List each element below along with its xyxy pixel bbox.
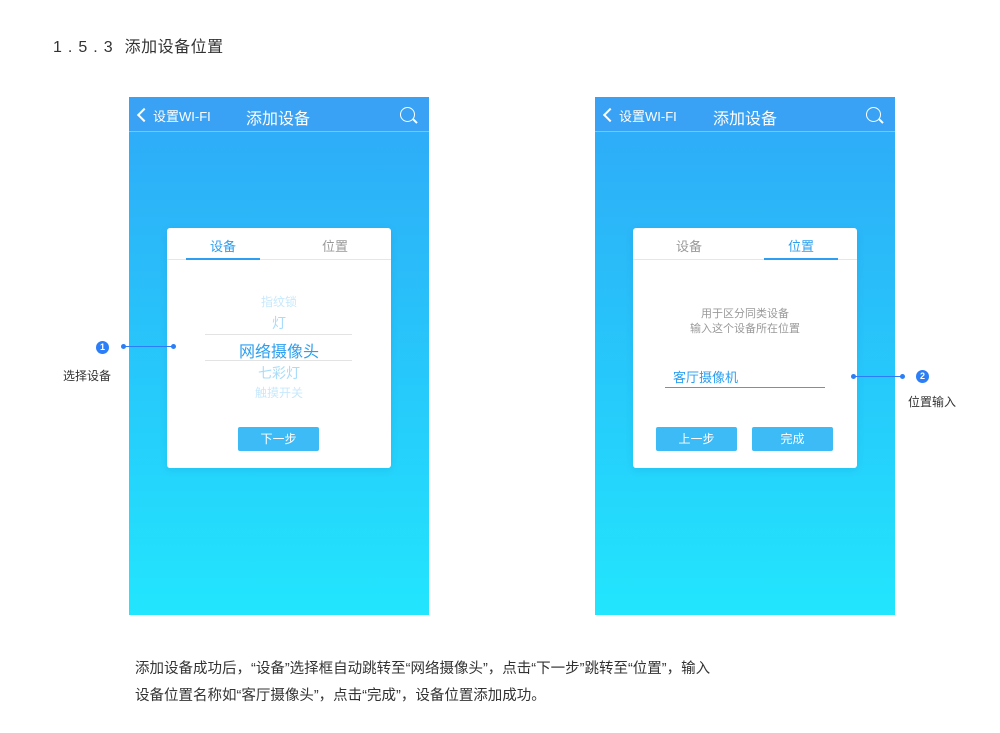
callout-line-1 [124, 346, 174, 347]
navbar: 设置WI-FI 添加设备 [129, 97, 429, 132]
callout-number-2: 2 [916, 370, 929, 383]
description: 添加设备成功后，“设备”选择框自动跳转至“网络摄像头”，点击“下一步”跳转至“位… [135, 656, 915, 710]
callout-number-1: 1 [96, 341, 109, 354]
done-button[interactable]: 完成 [752, 427, 833, 451]
hint-line: 输入这个设备所在位置 [690, 323, 800, 335]
phone-screen-location: 设置WI-FI 添加设备 设备 位置 用于区分同类设备 输入这个设备所在位置 上… [595, 97, 895, 615]
location-input[interactable] [665, 366, 825, 388]
callout-dot-1 [121, 344, 126, 349]
search-icon[interactable] [866, 107, 881, 122]
tab-bar: 设备 位置 [167, 228, 391, 260]
picker-item[interactable]: 灯 [167, 313, 391, 333]
add-device-card: 设备 位置 指纹锁 灯 网络摄像头 七彩灯 触摸开关 下一步 [167, 228, 391, 468]
callout-dot-1-end [171, 344, 176, 349]
callout-dot-2 [851, 374, 856, 379]
navbar: 设置WI-FI 添加设备 [595, 97, 895, 132]
picker-item-selected[interactable]: 网络摄像头 [167, 338, 391, 362]
callout-label-1: 选择设备 [63, 369, 112, 383]
description-line: 添加设备成功后，“设备”选择框自动跳转至“网络摄像头”，点击“下一步”跳转至“位… [135, 661, 711, 677]
picker-item[interactable]: 触摸开关 [167, 384, 391, 398]
nav-title: 添加设备 [245, 111, 310, 128]
tab-location[interactable]: 位置 [298, 236, 372, 255]
section-heading: 添加设备位置 [124, 39, 224, 56]
tab-indicator [764, 258, 838, 260]
picker-item[interactable]: 指纹锁 [167, 293, 391, 310]
picker-divider [205, 360, 352, 361]
callout-line-2 [853, 376, 903, 377]
callout-dot-2-end [900, 374, 905, 379]
hint-line: 用于区分同类设备 [701, 308, 789, 320]
add-location-card: 设备 位置 用于区分同类设备 输入这个设备所在位置 上一步 完成 [633, 228, 857, 468]
tab-device[interactable]: 设备 [186, 236, 260, 255]
section-title: 1.5.3 添加设备位置 [53, 33, 224, 57]
search-icon[interactable] [400, 107, 415, 122]
next-step-button[interactable]: 下一步 [238, 427, 319, 451]
nav-title: 添加设备 [712, 111, 777, 128]
picker-divider [205, 334, 352, 335]
picker-item[interactable]: 七彩灯 [167, 363, 391, 383]
tab-location[interactable]: 位置 [764, 236, 838, 255]
callout-label-2: 位置输入 [908, 395, 957, 409]
location-hint: 用于区分同类设备 输入这个设备所在位置 [633, 307, 857, 337]
description-line: 设备位置名称如“客厅摄像头”，点击“完成”，设备位置添加成功。 [135, 688, 546, 704]
phone-screen-select-device: 设置WI-FI 添加设备 设备 位置 指纹锁 灯 网络摄像头 七彩灯 触摸开关 … [129, 97, 429, 615]
device-picker[interactable]: 指纹锁 灯 网络摄像头 七彩灯 触摸开关 [167, 280, 391, 398]
tab-indicator [186, 258, 260, 260]
tab-device[interactable]: 设备 [652, 236, 726, 255]
previous-step-button[interactable]: 上一步 [656, 427, 737, 451]
tab-bar: 设备 位置 [633, 228, 857, 260]
section-number: 1.5.3 [53, 39, 119, 56]
